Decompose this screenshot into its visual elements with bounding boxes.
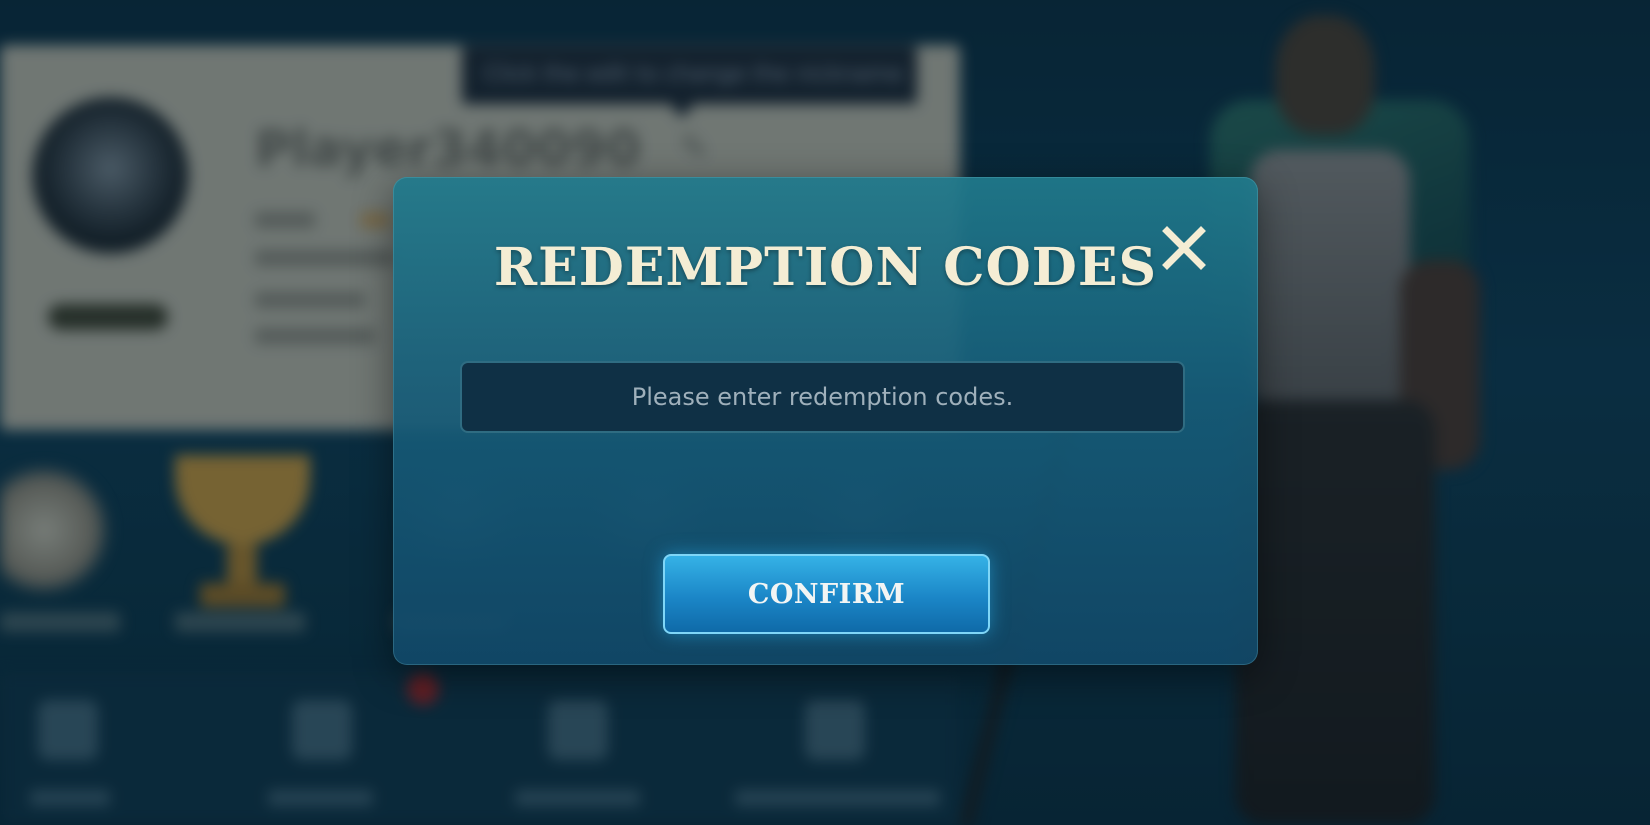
close-button[interactable] bbox=[1155, 219, 1213, 277]
redemption-codes-dialog: REDEMPTION CODES CONFIRM bbox=[393, 177, 1258, 665]
confirm-button-label: CONFIRM bbox=[747, 578, 906, 610]
dialog-title: REDEMPTION CODES bbox=[493, 237, 1158, 298]
redemption-code-input[interactable] bbox=[460, 361, 1185, 433]
confirm-button[interactable]: CONFIRM bbox=[663, 554, 990, 634]
close-x-icon bbox=[1162, 226, 1206, 270]
